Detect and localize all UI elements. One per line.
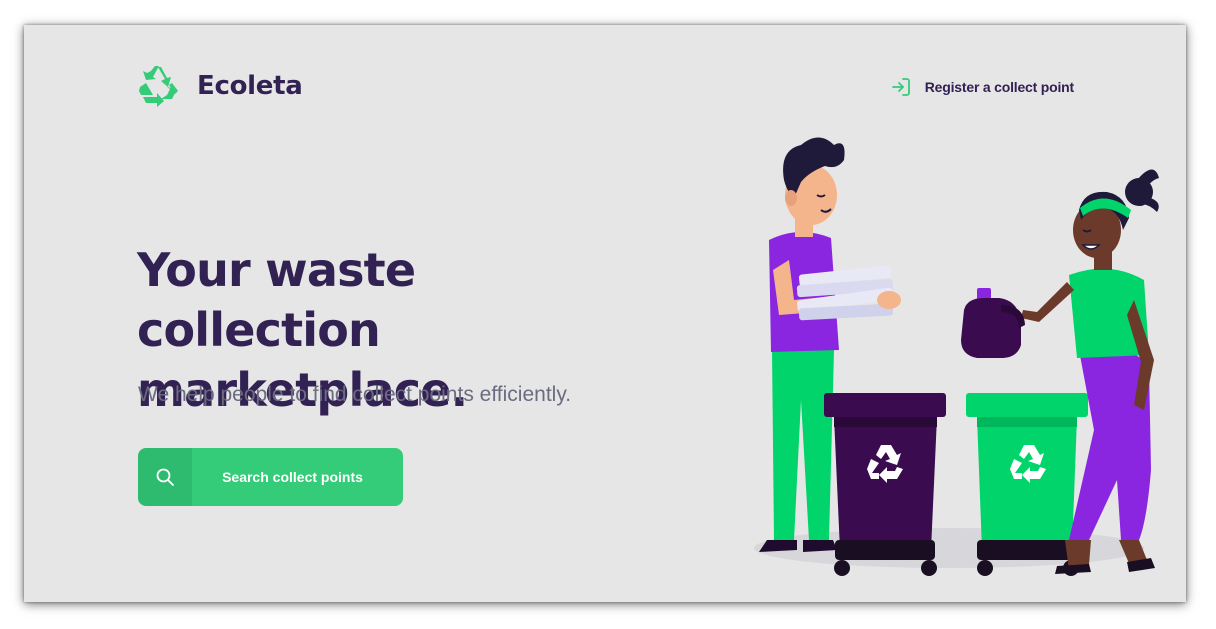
search-button-label: Search collect points bbox=[222, 469, 363, 485]
logo[interactable]: Ecoleta bbox=[137, 65, 303, 107]
search-icon bbox=[156, 468, 174, 486]
search-icon-cell bbox=[138, 448, 192, 506]
log-in-icon bbox=[891, 78, 910, 96]
register-collect-point-link[interactable]: Register a collect point bbox=[891, 77, 1074, 97]
brand-name: Ecoleta bbox=[197, 71, 303, 101]
dark-recycling-bin bbox=[824, 393, 946, 576]
register-label: Register a collect point bbox=[924, 79, 1074, 95]
app-window: Ecoleta Register a collect point Your wa… bbox=[24, 25, 1186, 602]
search-collect-points-button[interactable]: Search collect points bbox=[138, 448, 403, 506]
people-recycling-illustration bbox=[754, 137, 1159, 576]
dark-bottle bbox=[961, 288, 1025, 358]
page-subtitle: We help people to find collect points ef… bbox=[138, 383, 572, 406]
recycle-icon bbox=[139, 66, 178, 107]
